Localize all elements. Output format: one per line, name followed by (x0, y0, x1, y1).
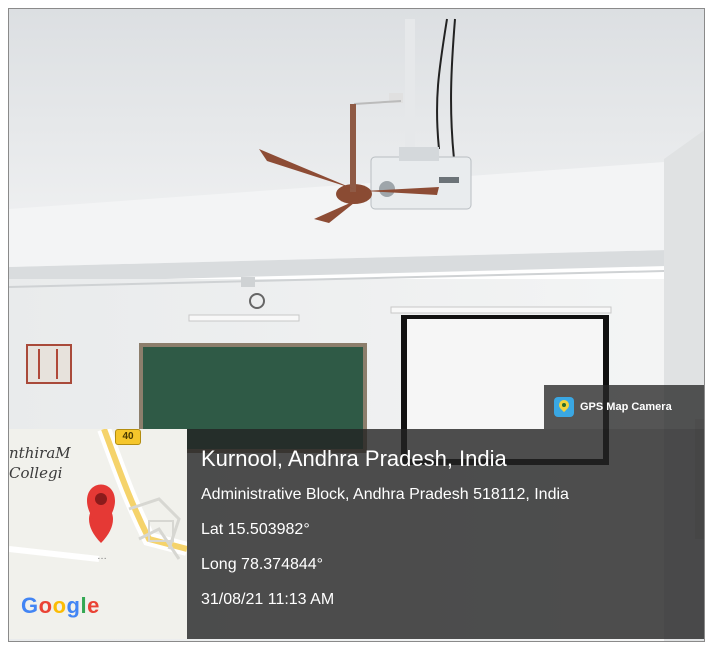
geotag-details: Kurnool, Andhra Pradesh, India Administr… (187, 429, 704, 639)
gps-map-camera-badge: GPS Map Camera (544, 385, 704, 429)
datetime-line: 31/08/21 11:13 AM (201, 591, 335, 608)
svg-text:.: . (704, 452, 705, 461)
svg-text:…: … (97, 551, 107, 562)
google-logo: Google (21, 593, 100, 618)
photo-frame: . GPS Map Camera 40 nthiraM Collegi (8, 8, 705, 642)
map-thumbnail: 40 nthiraM Collegi … Google (9, 429, 187, 639)
gps-map-camera-icon (554, 397, 574, 417)
geotag-panel: 40 nthiraM Collegi … Google Kurnool, And… (9, 429, 704, 639)
longitude-line: Long 78.374844° (201, 556, 324, 573)
address-line: Administrative Block, Andhra Pradesh 518… (201, 486, 569, 503)
location-title: Kurnool, Andhra Pradesh, India (201, 446, 507, 471)
app-name: GPS Map Camera (580, 401, 672, 413)
latitude-line: Lat 15.503982° (201, 521, 310, 538)
